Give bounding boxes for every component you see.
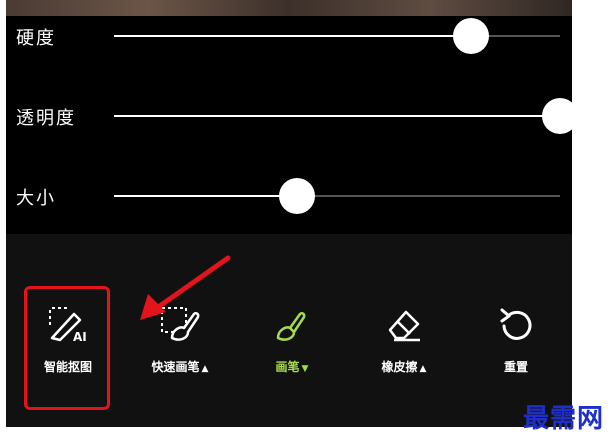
- tool-label-quick-brush: 快速画笔 ▲: [151, 360, 209, 374]
- editor-screen: 硬度 透明度 大小 AI 智能抠图 快速画笔 ▲ 画笔 ▼ 橡皮擦 ▲ 重置: [6, 0, 572, 427]
- slider-opacity: 透明度: [6, 96, 572, 136]
- slider-label-size: 大小: [16, 188, 56, 209]
- slider-thumb-hardness[interactable]: [452, 18, 489, 54]
- tool-reset[interactable]: 重置: [466, 294, 566, 404]
- slider-track-size[interactable]: [114, 195, 560, 197]
- slider-track-opacity[interactable]: [114, 115, 560, 117]
- tool-eraser[interactable]: 橡皮擦 ▲: [354, 294, 454, 404]
- slider-thumb-size[interactable]: [278, 178, 315, 214]
- slider-label-opacity: 透明度: [16, 108, 76, 129]
- slider-size: 大小: [6, 176, 572, 216]
- brush-icon: [276, 311, 306, 341]
- tool-label-eraser: 橡皮擦 ▲: [381, 360, 427, 374]
- eraser-icon: [388, 310, 420, 342]
- tool-label-reset: 重置: [503, 360, 528, 374]
- photo-preview: [6, 0, 572, 16]
- slider-thumb-opacity[interactable]: [542, 98, 572, 134]
- tool-brush[interactable]: 画笔 ▼: [242, 294, 342, 404]
- slider-fill-size: [114, 195, 297, 197]
- slider-track-hardness[interactable]: [114, 35, 560, 37]
- highlight-box: [24, 286, 110, 410]
- tool-label-brush: 画笔 ▼: [275, 360, 309, 374]
- expand-up-icon: ▲: [201, 364, 209, 374]
- slider-fill-hardness: [114, 35, 471, 37]
- expand-up-icon: ▲: [419, 364, 427, 374]
- reset-icon: [500, 308, 532, 340]
- slider-label-hardness: 硬度: [16, 28, 56, 49]
- watermark: 最需网: [522, 404, 604, 434]
- slider-panel: 硬度 透明度 大小: [6, 16, 572, 234]
- pointer-arrow-icon: [140, 255, 231, 320]
- slider-fill-opacity: [114, 115, 560, 117]
- tool-bar: AI 智能抠图 快速画笔 ▲ 画笔 ▼ 橡皮擦 ▲ 重置: [6, 234, 572, 427]
- slider-hardness: 硬度: [6, 16, 572, 56]
- expand-down-icon: ▼: [301, 364, 309, 374]
